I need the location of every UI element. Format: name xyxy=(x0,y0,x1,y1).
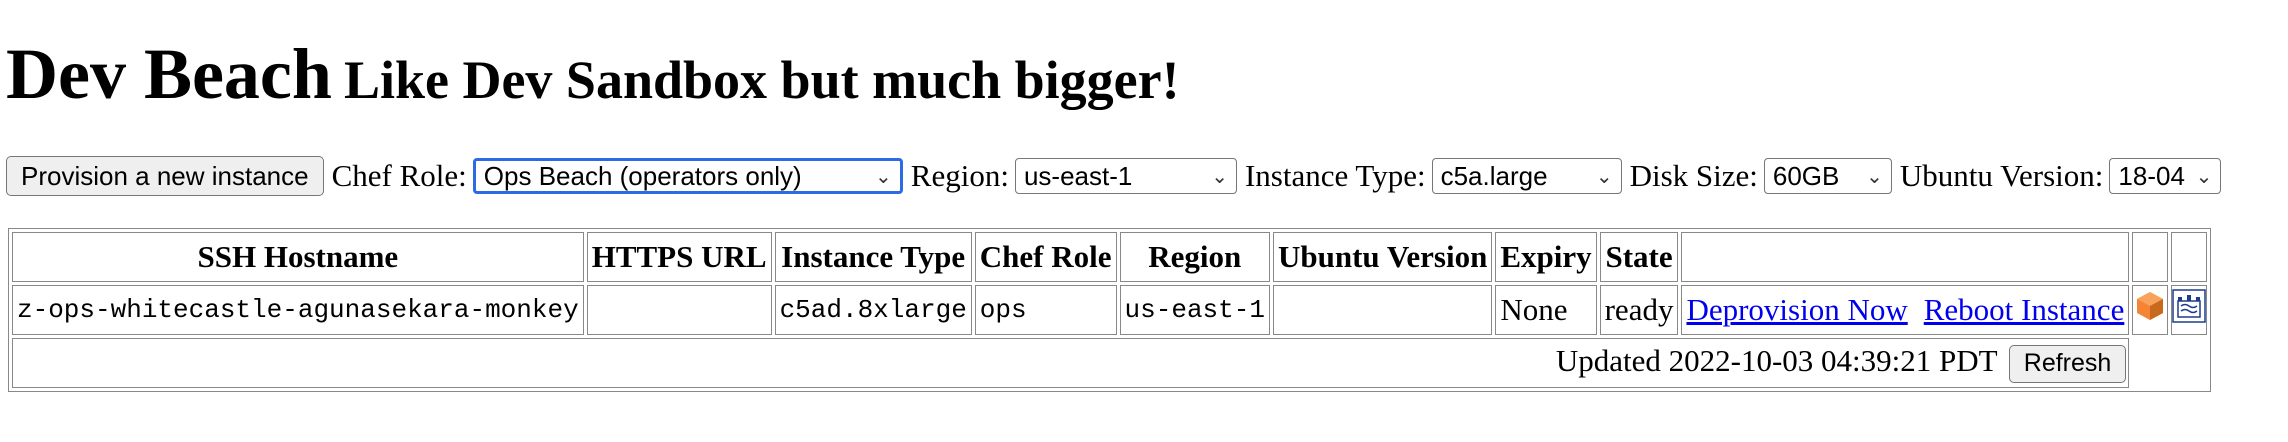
header-ssh-hostname: SSH Hostname xyxy=(12,232,584,282)
provision-form: Provision a new instance Chef Role: Ops … xyxy=(6,156,2222,196)
cell-state: ready xyxy=(1599,285,1679,335)
app-title: Dev Beach xyxy=(6,34,332,114)
header-https-url: HTTPS URL xyxy=(586,232,772,282)
table-header-row: SSH Hostname HTTPS URL Instance Type Che… xyxy=(12,232,2208,282)
table-footer-row: Updated 2022-10-03 04:39:21 PDT Refresh xyxy=(12,338,2207,388)
header-state: State xyxy=(1599,232,1679,282)
chevron-down-icon: ⌄ xyxy=(875,164,892,188)
provision-button[interactable]: Provision a new instance xyxy=(6,156,324,196)
cell-castle-icon xyxy=(2171,285,2208,335)
cell-https-url xyxy=(586,285,772,335)
page: Dev Beach Like Dev Sandbox but much bigg… xyxy=(0,0,2288,442)
page-title: Dev Beach Like Dev Sandbox but much bigg… xyxy=(6,38,1180,110)
app-subtitle: Like Dev Sandbox but much bigger! xyxy=(343,50,1180,110)
header-icon-2 xyxy=(2171,232,2208,282)
updated-timestamp: Updated 2022-10-03 04:39:21 PDT xyxy=(1555,343,1998,379)
disk-size-select[interactable]: 60GB ⌄ xyxy=(1763,158,1892,194)
ubuntu-version-select[interactable]: 18-04 ⌄ xyxy=(2109,158,2222,194)
chevron-down-icon: ⌄ xyxy=(1211,164,1228,188)
cell-chef-role: ops xyxy=(974,285,1117,335)
cell-actions: Deprovision Now Reboot Instance xyxy=(1681,285,2130,335)
chef-role-label: Chef Role: xyxy=(331,158,467,193)
header-chef-role: Chef Role xyxy=(974,232,1117,282)
chef-role-value: Ops Beach (operators only) xyxy=(483,160,802,191)
instance-type-select[interactable]: c5a.large ⌄ xyxy=(1431,158,1622,194)
ubuntu-version-value: 18-04 xyxy=(2118,160,2185,191)
header-icon-1 xyxy=(2132,232,2169,282)
chevron-down-icon: ⌄ xyxy=(2195,164,2213,188)
header-instance-type: Instance Type xyxy=(774,232,972,282)
cell-expiry: None xyxy=(1495,285,1597,335)
disk-size-value: 60GB xyxy=(1772,160,1840,191)
cell-ssh-hostname: z-ops-whitecastle-agunasekara-monkey xyxy=(12,285,584,335)
instance-type-value: c5a.large xyxy=(1440,160,1548,191)
cell-region: us-east-1 xyxy=(1119,285,1270,335)
reboot-link[interactable]: Reboot Instance xyxy=(1924,292,2125,327)
refresh-button[interactable]: Refresh xyxy=(2008,344,2127,383)
ubuntu-version-label: Ubuntu Version: xyxy=(1899,158,2104,193)
chef-role-select[interactable]: Ops Beach (operators only) ⌄ xyxy=(472,158,903,194)
cell-instance-type: c5ad.8xlarge xyxy=(774,285,972,335)
header-ubuntu-version: Ubuntu Version xyxy=(1272,232,1493,282)
deprovision-link[interactable]: Deprovision Now xyxy=(1686,292,1907,327)
white-castle-logo-icon[interactable] xyxy=(2172,289,2207,323)
footer-cell: Updated 2022-10-03 04:39:21 PDT Refresh xyxy=(12,338,2130,388)
cell-ec2-icon xyxy=(2132,285,2169,335)
header-expiry: Expiry xyxy=(1495,232,1597,282)
header-region: Region xyxy=(1119,232,1270,282)
cell-ubuntu-version xyxy=(1272,285,1493,335)
chevron-down-icon: ⌄ xyxy=(1595,164,1613,188)
region-label: Region: xyxy=(910,158,1009,193)
chevron-down-icon: ⌄ xyxy=(1866,164,1883,188)
aws-ec2-icon[interactable] xyxy=(2134,290,2166,322)
table-row: z-ops-whitecastle-agunasekara-monkey c5a… xyxy=(12,285,2208,335)
instances-table: SSH Hostname HTTPS URL Instance Type Che… xyxy=(8,228,2212,392)
disk-size-label: Disk Size: xyxy=(1629,158,1758,193)
instance-type-label: Instance Type: xyxy=(1244,158,1426,193)
region-select[interactable]: us-east-1 ⌄ xyxy=(1014,158,1237,194)
header-actions xyxy=(1681,232,2130,282)
region-value: us-east-1 xyxy=(1023,160,1133,191)
